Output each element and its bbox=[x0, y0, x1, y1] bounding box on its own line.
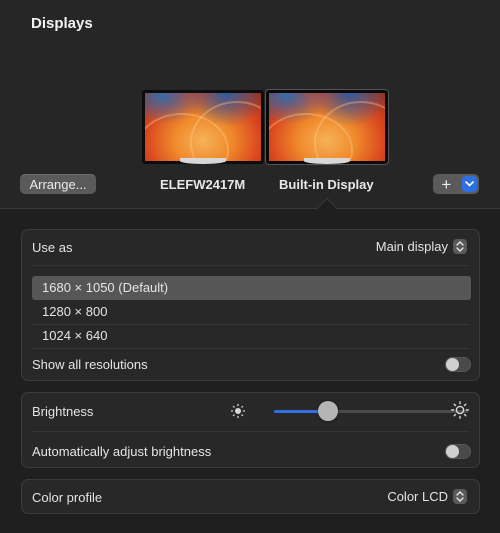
page-title: Displays bbox=[31, 15, 93, 32]
chevron-down-icon[interactable] bbox=[461, 176, 477, 192]
arrange-button[interactable]: Arrange... bbox=[20, 174, 96, 194]
divider bbox=[32, 265, 469, 266]
brightness-slider-thumb[interactable] bbox=[318, 401, 339, 421]
sun-bright-icon bbox=[451, 401, 469, 419]
monitor-stand bbox=[180, 158, 226, 164]
wallpaper-image bbox=[145, 93, 261, 161]
resolution-option[interactable]: 1280 × 800 bbox=[32, 300, 471, 324]
show-all-resolutions-toggle[interactable] bbox=[445, 357, 471, 372]
add-display-control[interactable]: + bbox=[433, 174, 479, 194]
use-as-value: Main display bbox=[375, 239, 448, 254]
monitor-thumbnail-built-in[interactable] bbox=[266, 90, 388, 164]
sun-dim-icon bbox=[230, 403, 246, 419]
toggle-knob bbox=[446, 445, 459, 458]
monitor-stand bbox=[304, 158, 350, 164]
display-mode-card: Use as Main display 1680 × 1050 (Default… bbox=[21, 229, 480, 381]
color-profile-value: Color LCD bbox=[387, 489, 448, 504]
updown-chevron-icon bbox=[453, 489, 467, 504]
monitor-thumbnail-elefw2417m[interactable] bbox=[142, 90, 264, 164]
show-all-resolutions-label: Show all resolutions bbox=[32, 357, 148, 372]
auto-brightness-toggle[interactable] bbox=[445, 444, 471, 459]
color-profile-label: Color profile bbox=[32, 490, 103, 505]
toggle-knob bbox=[446, 358, 459, 371]
brightness-card: Brightness Automatically adjust brightne… bbox=[21, 392, 480, 468]
display-name-label[interactable]: ELEFW2417M bbox=[160, 177, 245, 192]
display-name-label[interactable]: Built-in Display bbox=[279, 177, 374, 192]
resolution-option[interactable]: 1680 × 1050 (Default) bbox=[32, 276, 471, 300]
brightness-label: Brightness bbox=[32, 404, 94, 419]
auto-brightness-label: Automatically adjust brightness bbox=[32, 444, 212, 459]
wallpaper-image bbox=[269, 93, 385, 161]
updown-chevron-icon bbox=[453, 239, 467, 254]
color-profile-card: Color profile Color LCD bbox=[21, 479, 480, 514]
resolution-option[interactable]: 1024 × 640 bbox=[32, 324, 471, 348]
use-as-popup[interactable]: Main display bbox=[376, 239, 467, 254]
divider bbox=[32, 348, 469, 349]
use-as-label: Use as bbox=[32, 240, 73, 255]
divider bbox=[32, 431, 469, 432]
add-display-button[interactable]: + bbox=[433, 174, 460, 194]
color-profile-popup[interactable]: Color LCD bbox=[387, 489, 467, 504]
display-arrangement-area: Displays ELEFW2417M Built-in Display Arr… bbox=[0, 0, 500, 209]
brightness-slider[interactable] bbox=[274, 410, 468, 413]
